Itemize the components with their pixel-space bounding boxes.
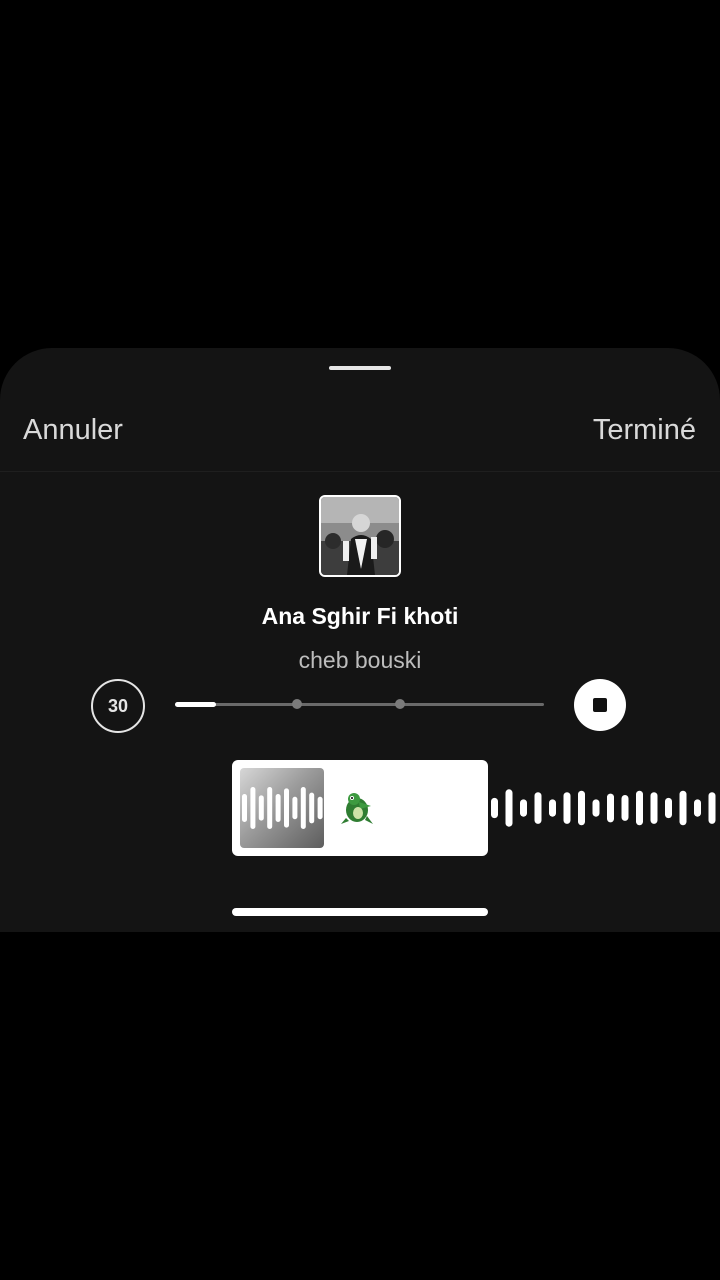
- waveform-bar: [621, 795, 629, 821]
- clip-waveform: [242, 787, 323, 829]
- album-cover: [319, 495, 401, 577]
- album-cover-photo-icon: [321, 497, 399, 575]
- waveform-bar: [636, 790, 643, 826]
- waveform-bar: [679, 790, 687, 826]
- crocodile-sticker-icon: [341, 793, 373, 824]
- clip-waveform-bar: [284, 788, 289, 828]
- clip-duration-button[interactable]: 30: [91, 679, 145, 733]
- clip-duration-label: 30: [107, 695, 129, 716]
- waveform-bar: [694, 799, 701, 817]
- playback-progress-fill: [175, 702, 216, 707]
- clip-waveform-bar: [267, 787, 273, 829]
- waveform-bar: [549, 799, 556, 817]
- screen: Annuler Terminé Ana Sghir Fi khoti cheb …: [0, 0, 720, 1280]
- stop-button[interactable]: [574, 679, 626, 731]
- progress-marker: [291, 699, 302, 709]
- track-title: Ana Sghir Fi khoti: [261, 603, 459, 629]
- waveform-bar: [592, 799, 600, 817]
- playback-progress-bar[interactable]: [175, 699, 544, 709]
- waveform-bar: [534, 792, 542, 824]
- music-editor-sheet: Annuler Terminé Ana Sghir Fi khoti cheb …: [0, 348, 720, 932]
- stop-icon: [593, 698, 607, 712]
- clip-thumbnail: [240, 768, 324, 848]
- clip-waveform-bar: [242, 794, 247, 822]
- waveform-bar: [520, 799, 527, 817]
- clip-waveform-bar: [250, 787, 256, 829]
- clip-waveform-bar: [258, 795, 264, 821]
- track-artist: cheb bouski: [298, 647, 422, 673]
- clip-waveform-bar: [275, 794, 281, 822]
- clip-selection-window[interactable]: [232, 760, 488, 856]
- audio-waveform[interactable]: [488, 760, 720, 856]
- clip-waveform-bar: [317, 796, 323, 820]
- sheet-header: Annuler Terminé: [0, 348, 720, 472]
- cancel-button[interactable]: Annuler: [23, 410, 123, 450]
- waveform-bar: [665, 797, 672, 819]
- waveform-bar: [708, 792, 716, 824]
- waveform-bar: [578, 790, 585, 826]
- waveform-bar: [505, 789, 513, 827]
- waveform-bar: [650, 792, 658, 824]
- progress-marker: [395, 699, 406, 709]
- waveform-bar: [607, 793, 614, 823]
- clip-waveform-bar: [309, 792, 315, 824]
- waveform-bar: [491, 797, 498, 819]
- waveform-bar: [563, 792, 571, 824]
- clip-waveform-bar: [300, 787, 306, 829]
- clip-waveform-bar: [292, 796, 298, 820]
- done-button[interactable]: Terminé: [593, 410, 696, 450]
- home-indicator: [232, 908, 488, 916]
